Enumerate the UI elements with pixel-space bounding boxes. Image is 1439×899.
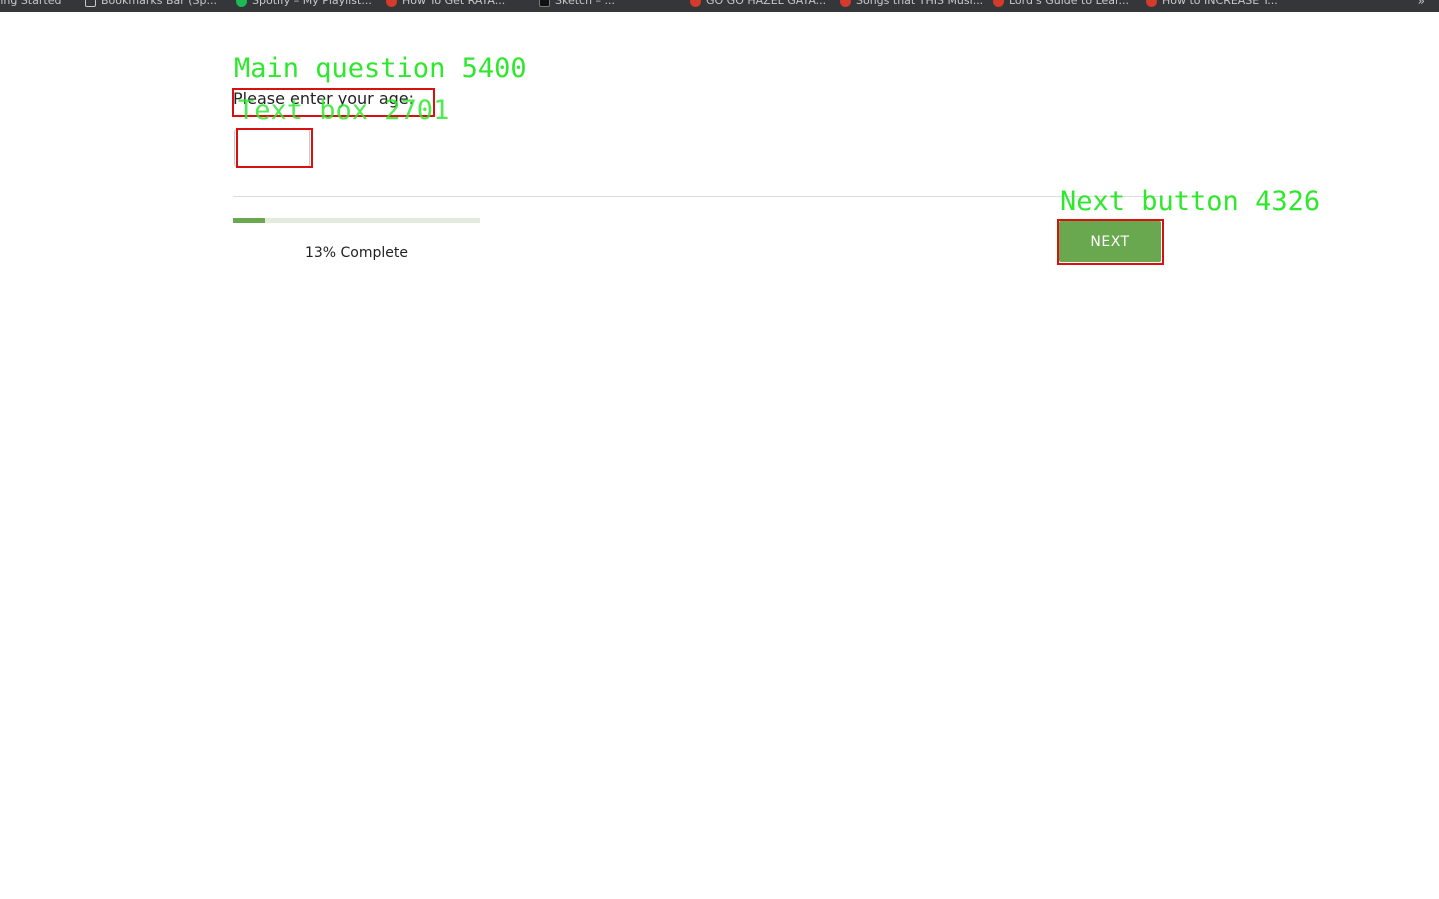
bookmark-label: How To Get RATA... — [402, 0, 506, 7]
bookmark-label: Lord's Guide to Lear... — [1009, 0, 1130, 7]
youtube-icon — [386, 0, 397, 7]
youtube-icon — [1146, 0, 1157, 7]
youtube-icon — [993, 0, 1004, 7]
app-icon — [539, 0, 550, 7]
more-bookmarks-icon[interactable]: » — [1418, 0, 1425, 8]
next-button-annotation-label: Next button 4326 — [1060, 186, 1321, 217]
bookmark-spotify[interactable]: Spotify – My Playlist... — [236, 0, 372, 8]
text-box-annotation-label: Text box 2701 — [238, 95, 450, 126]
bookmark-bookmarks-bar[interactable]: Bookmarks Bar (Sp... — [85, 0, 217, 8]
bookmark-getting-started[interactable]: ting Started — [0, 0, 61, 8]
bookmark-youtube-1[interactable]: How To Get RATA... — [386, 0, 505, 8]
divider — [233, 196, 1163, 197]
bookmark-app[interactable]: Sketch – ... — [539, 0, 615, 8]
youtube-icon — [690, 0, 701, 7]
next-button-annotation-box — [1057, 219, 1164, 265]
bookmark-youtube-5[interactable]: How to INCREASE Y... — [1146, 0, 1278, 8]
text-box-annotation-box — [236, 128, 313, 168]
folder-icon — [85, 0, 96, 7]
bookmark-label: Spotify – My Playlist... — [252, 0, 372, 7]
progress-bar-fill — [233, 218, 266, 223]
bookmark-label: Bookmarks Bar (Sp... — [101, 0, 218, 7]
bookmark-youtube-2[interactable]: GO GO HAZEL GATA... — [690, 0, 826, 8]
bookmark-label: Sketch – ... — [555, 0, 616, 7]
youtube-icon — [840, 0, 851, 7]
progress-label: 13% Complete — [304, 245, 409, 261]
bookmark-youtube-4[interactable]: Lord's Guide to Lear... — [993, 0, 1129, 8]
bookmark-youtube-3[interactable]: Songs that THIS Musi... — [840, 0, 983, 8]
progress-bar — [233, 218, 480, 223]
main-question-annotation-label: Main question 5400 — [234, 53, 527, 84]
bookmarks-bar: ting Started Bookmarks Bar (Sp... Spotif… — [0, 0, 1439, 12]
bookmark-label: Songs that THIS Musi... — [856, 0, 984, 7]
bookmark-label: GO GO HAZEL GATA... — [706, 0, 827, 7]
bookmark-label: How to INCREASE Y... — [1162, 0, 1278, 7]
spotify-icon — [236, 0, 247, 7]
bookmark-label: ting Started — [0, 0, 62, 7]
